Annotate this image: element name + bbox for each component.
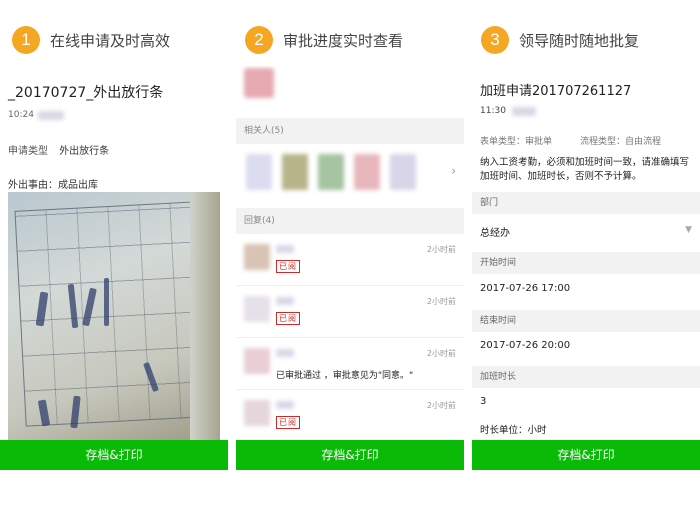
step-3-header: 3 领导随时随地批复 [481, 26, 639, 54]
start-time-label: 开始时间 [472, 252, 700, 274]
reply-time: 2小时前 [426, 297, 456, 306]
step-1-title: 在线申请及时高效 [50, 31, 171, 50]
overtime-hours-value[interactable]: 3 [480, 396, 692, 407]
dropdown-arrow-icon: ▼ [685, 225, 692, 235]
avatar [244, 296, 270, 322]
avatar[interactable] [282, 154, 308, 190]
blurred-name [276, 349, 294, 357]
step-3-number: 3 [481, 26, 509, 54]
doc-time-text: 10:24 [8, 110, 34, 120]
end-time-label: 结束时间 [472, 310, 700, 332]
read-stamp: 已阅 [276, 312, 300, 325]
end-time-value[interactable]: 2017-07-26 20:00 [480, 340, 692, 351]
handwriting-stroke [104, 278, 109, 326]
step-2-title: 审批进度实时查看 [283, 31, 404, 50]
avatar [244, 400, 270, 426]
overtime-request-panel: 加班申请201707261127 11:30 表单类型：审批单 流程类型：自由流… [472, 66, 700, 470]
doc-title: _20170727_外出放行条 [8, 85, 164, 101]
start-time-value[interactable]: 2017-07-26 17:00 [480, 283, 692, 294]
reply-message: 已审批通过 ，审批意见为"同意。" [276, 371, 414, 381]
reply-time: 2小时前 [426, 401, 456, 410]
doc-timestamp: 10:24 [8, 110, 64, 120]
reply-item: 2小时前 已阅 [236, 286, 464, 338]
request-title: 加班申请201707261127 [480, 84, 632, 99]
blurred-name [276, 297, 294, 305]
avatar [244, 348, 270, 374]
related-people-list[interactable] [246, 154, 416, 190]
read-stamp: 已阅 [276, 260, 300, 273]
archive-print-button[interactable]: 存档&打印 [236, 440, 464, 470]
department-label: 部门 [472, 192, 700, 214]
avatar [244, 244, 270, 270]
duration-unit: 时长单位：小时 [480, 425, 547, 436]
avatar [244, 68, 274, 98]
reply-item: 2小时前 已阅 [236, 234, 464, 286]
related-people-label: 相关人(5) [236, 118, 464, 144]
type-row: 申请类型 外出放行条 [8, 142, 109, 157]
step-1-number: 1 [12, 26, 40, 54]
type-value: 外出放行条 [59, 146, 110, 157]
avatar[interactable] [354, 154, 380, 190]
avatar[interactable] [390, 154, 416, 190]
request-time-text: 11:30 [480, 106, 506, 116]
attachment-photo[interactable] [8, 192, 220, 440]
step-2-header: 2 审批进度实时查看 [245, 26, 403, 54]
paper-edge [190, 192, 220, 440]
blurred-name [276, 401, 294, 409]
reason-row: 外出事由：成品出库 [8, 180, 98, 191]
department-value: 总经办 [480, 228, 510, 239]
notice-text: 纳入工资考勤，必须和加班时间一致，请准确填写加班时间、加班时长，否则不予计算。 [480, 157, 690, 182]
avatar[interactable] [318, 154, 344, 190]
form-type: 表单类型：审批单 [480, 137, 553, 147]
blurred-name [276, 245, 294, 253]
step-3-title: 领导随时随地批复 [519, 31, 640, 50]
application-panel: _20170727_外出放行条 10:24 申请类型 外出放行条 外出事由：成品… [0, 66, 228, 470]
reply-item: 2小时前 已阅 [236, 390, 464, 442]
step-2-number: 2 [245, 26, 273, 54]
reply-time: 2小时前 [426, 245, 456, 254]
reply-item: 2小时前 已审批通过 ，审批意见为"同意。" [236, 338, 464, 390]
blurred-author [511, 106, 536, 116]
reply-time: 2小时前 [426, 349, 456, 358]
request-timestamp: 11:30 [480, 106, 536, 116]
blurred-author [37, 110, 64, 120]
read-stamp: 已阅 [276, 416, 300, 429]
archive-print-button[interactable]: 存档&打印 [472, 440, 700, 470]
archive-print-button[interactable]: 存档&打印 [0, 440, 228, 470]
overtime-hours-label: 加班时长 [472, 366, 700, 388]
approval-progress-panel: 相关人(5) › 回复(4) 2小时前 已阅 2小时前 已阅 2小时前 已审批通… [236, 66, 464, 470]
avatar[interactable] [246, 154, 272, 190]
department-select[interactable]: 总经办 ▼ [480, 224, 692, 239]
flow-type: 流程类型：自由流程 [580, 137, 662, 147]
reply-label: 回复(4) [236, 208, 464, 234]
request-meta: 表单类型：审批单 流程类型：自由流程 [480, 134, 661, 147]
type-key: 申请类型 [8, 146, 48, 157]
chevron-right-icon[interactable]: › [451, 164, 456, 178]
step-1-header: 1 在线申请及时高效 [12, 26, 170, 54]
